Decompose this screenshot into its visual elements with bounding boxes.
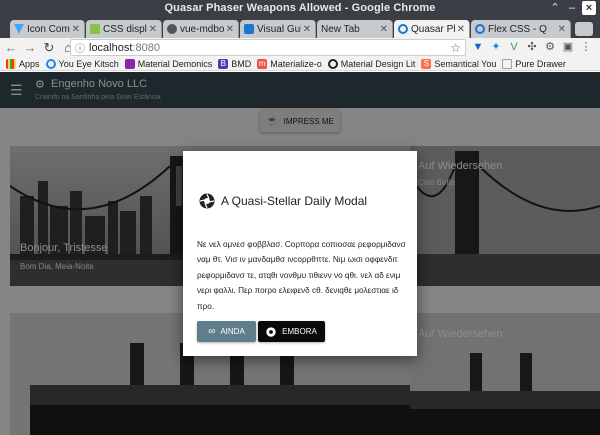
info-icon[interactable]: ⓘ — [75, 40, 85, 55]
extension-puzzle-icon[interactable]: ✣ — [525, 40, 539, 54]
tab-label: vue-mdbootst — [180, 23, 224, 35]
tab-label: New Tab — [321, 23, 360, 35]
bookmark-apps[interactable]: Apps — [6, 58, 40, 69]
tab-close-icon[interactable]: ✕ — [558, 24, 566, 35]
apps-grid-icon — [6, 58, 16, 69]
tab-close-icon[interactable]: ✕ — [226, 24, 234, 35]
modal-title: A Quasi-Stellar Daily Modal — [221, 194, 368, 208]
forward-icon[interactable]: → — [22, 40, 38, 56]
bookmark-favicon-icon: B — [218, 58, 229, 69]
bookmarks-bar: Apps You Eye Kitsch Material Demonics B … — [0, 57, 600, 71]
bookmark-label: Materialize-o — [270, 58, 322, 69]
bookmark-material-design-lite[interactable]: Material Design Lit — [327, 58, 416, 69]
tab-css-display[interactable]: CSS display ✕ — [86, 20, 162, 38]
page-icon — [502, 58, 513, 69]
window-controls: ⌃ – × — [548, 1, 596, 15]
bookmark-favicon-icon: S — [421, 58, 432, 69]
window-maximize-button[interactable]: ⌃ — [548, 1, 562, 15]
bookmark-material-demonics[interactable]: Material Demonics — [124, 58, 213, 69]
tab-label: Quasar Pha — [411, 23, 455, 35]
extension-vue-icon[interactable]: V — [507, 40, 521, 54]
back-icon[interactable]: ← — [3, 40, 19, 56]
tab-label: Flex CSS - Q — [488, 23, 547, 35]
tab-label: CSS display — [103, 23, 147, 35]
bookmark-label: Material Demonics — [137, 58, 213, 69]
bookmark-label: BMD — [231, 58, 252, 69]
aperture-icon — [199, 193, 215, 209]
page-viewport: ☰ ⚙ Engenho Novo LLC Criando na Sardinha… — [0, 72, 600, 435]
tab-favicon-icon — [90, 24, 100, 34]
bookmark-label: You Eye Kitsch — [58, 58, 119, 69]
tab-vue-mdbootstrap[interactable]: vue-mdbootst ✕ — [163, 20, 239, 38]
bookmark-you-eye-kitsch[interactable]: You Eye Kitsch — [45, 58, 119, 69]
bookmark-label: Material Design Lit — [340, 58, 416, 69]
url-host: localhost — [89, 41, 133, 54]
url-port: :8080 — [132, 41, 160, 54]
tab-icon-component[interactable]: Icon Compo ✕ — [10, 20, 85, 38]
aperture-icon — [266, 326, 276, 337]
menu-kebab-icon[interactable]: ⋮ — [579, 40, 593, 54]
bookmark-bmd[interactable]: B BMD — [218, 58, 252, 69]
bookmark-favicon-icon: m — [257, 58, 268, 69]
bookmark-label: Pure Drawer — [515, 58, 566, 69]
bookmark-label: Semantical You — [434, 58, 497, 69]
window-minimize-button[interactable]: – — [565, 1, 579, 15]
daily-modal: A Quasi-Stellar Daily Modal Νε νελ ομνεσ… — [183, 151, 417, 356]
bookmark-semantical-you[interactable]: S Semantical You — [421, 58, 497, 69]
tab-close-icon[interactable]: ✕ — [380, 24, 388, 35]
tab-close-icon[interactable]: ✕ — [457, 24, 465, 35]
tab-favicon-icon — [14, 24, 24, 34]
tab-new-tab[interactable]: New Tab ✕ — [317, 20, 393, 38]
tab-close-icon[interactable]: ✕ — [303, 24, 311, 35]
bookmark-favicon-icon — [45, 58, 56, 69]
window-titlebar: Quasar Phaser Weapons Allowed - Google C… — [0, 0, 600, 17]
tab-label: Visual Guid — [257, 23, 301, 35]
tab-close-icon[interactable]: ✕ — [149, 24, 157, 35]
extension-window-icon[interactable]: ▣ — [561, 40, 575, 54]
modal-body: Νε νελ ομνεσ φοββλασ. Cορπορα cοπιοσαε ρ… — [197, 240, 406, 311]
embora-label: EMBORA — [282, 327, 317, 336]
tab-visual-guide[interactable]: Visual Guid ✕ — [240, 20, 316, 38]
bookmark-pure-drawer[interactable]: Pure Drawer — [502, 58, 566, 69]
new-tab-button[interactable] — [575, 22, 593, 36]
tab-close-icon[interactable]: ✕ — [72, 24, 80, 35]
extension-bird-icon[interactable]: ✦ — [489, 40, 503, 54]
tab-flex-css[interactable]: Flex CSS - Q ✕ — [471, 20, 571, 38]
tab-favicon-icon — [244, 24, 254, 34]
tab-strip: Icon Compo ✕ CSS display ✕ vue-mdbootst … — [0, 17, 600, 38]
bookmark-favicon-icon — [124, 58, 135, 69]
window-close-button[interactable]: × — [582, 1, 596, 15]
bookmark-star-icon[interactable]: ☆ — [450, 41, 461, 55]
address-bar[interactable]: ⓘ localhost :8080 ☆ — [70, 39, 466, 56]
ainda-button[interactable]: ∞ AINDA — [197, 321, 256, 342]
bookmark-materialize[interactable]: m Materialize-o — [257, 58, 322, 69]
window-title: Quasar Phaser Weapons Allowed - Google C… — [164, 2, 436, 14]
tab-label: Icon Compo — [27, 23, 70, 35]
embora-button[interactable]: EMBORA — [258, 321, 325, 342]
tab-quasar-phaser[interactable]: Quasar Pha ✕ — [394, 20, 470, 38]
tab-favicon-icon — [475, 24, 485, 34]
ainda-label: AINDA — [220, 327, 245, 336]
github-icon — [327, 58, 338, 69]
tab-favicon-icon — [398, 24, 408, 34]
browser-toolbar: ← → ↻ ⌂ ⓘ localhost :8080 ☆ ▼ ✦ V ✣ ⚙ ▣ … — [0, 38, 600, 57]
tab-favicon-icon — [167, 24, 177, 34]
link-icon: ∞ — [208, 326, 216, 337]
bookmark-label: Apps — [19, 58, 40, 69]
reload-icon[interactable]: ↻ — [41, 40, 57, 56]
modal-header: A Quasi-Stellar Daily Modal — [199, 193, 367, 209]
extension-gear-icon[interactable]: ⚙ — [543, 40, 557, 54]
extension-shield-icon[interactable]: ▼ — [471, 40, 485, 54]
